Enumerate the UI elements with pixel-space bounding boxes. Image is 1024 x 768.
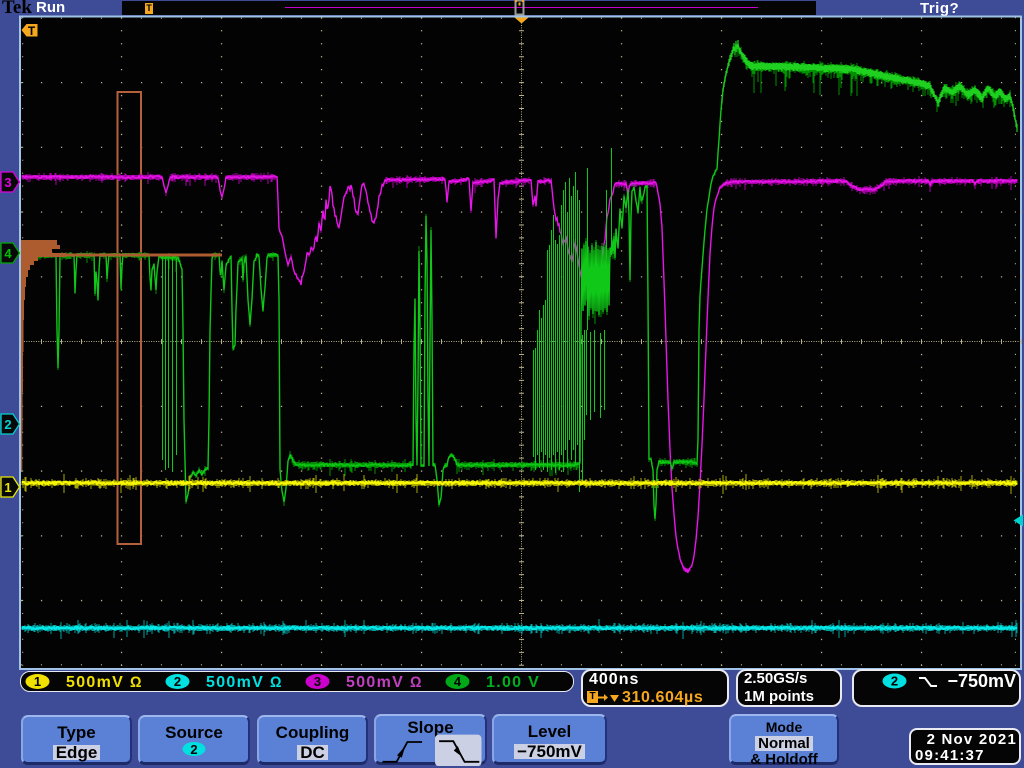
svg-text:1: 1 <box>4 480 11 495</box>
svg-text:Ω: Ω <box>270 674 282 691</box>
svg-text:2: 2 <box>4 417 11 432</box>
svg-text:3: 3 <box>314 674 321 689</box>
svg-text:1.00 V: 1.00 V <box>486 674 540 691</box>
svg-text:2: 2 <box>891 674 898 689</box>
svg-text:2: 2 <box>190 742 197 757</box>
svg-text:4: 4 <box>454 674 462 689</box>
svg-text:500mV: 500mV <box>66 674 124 691</box>
svg-text:T: T <box>28 24 36 38</box>
svg-text:2: 2 <box>174 674 181 689</box>
svg-text:Ω: Ω <box>130 674 142 691</box>
svg-text:500mV: 500mV <box>206 674 264 691</box>
svg-text:Ω: Ω <box>410 674 422 691</box>
svg-text:−750mV: −750mV <box>947 671 1016 691</box>
svg-text:1: 1 <box>34 674 41 689</box>
svg-text:4: 4 <box>4 246 12 261</box>
svg-text:500mV: 500mV <box>346 674 404 691</box>
svg-text:3: 3 <box>4 175 11 190</box>
